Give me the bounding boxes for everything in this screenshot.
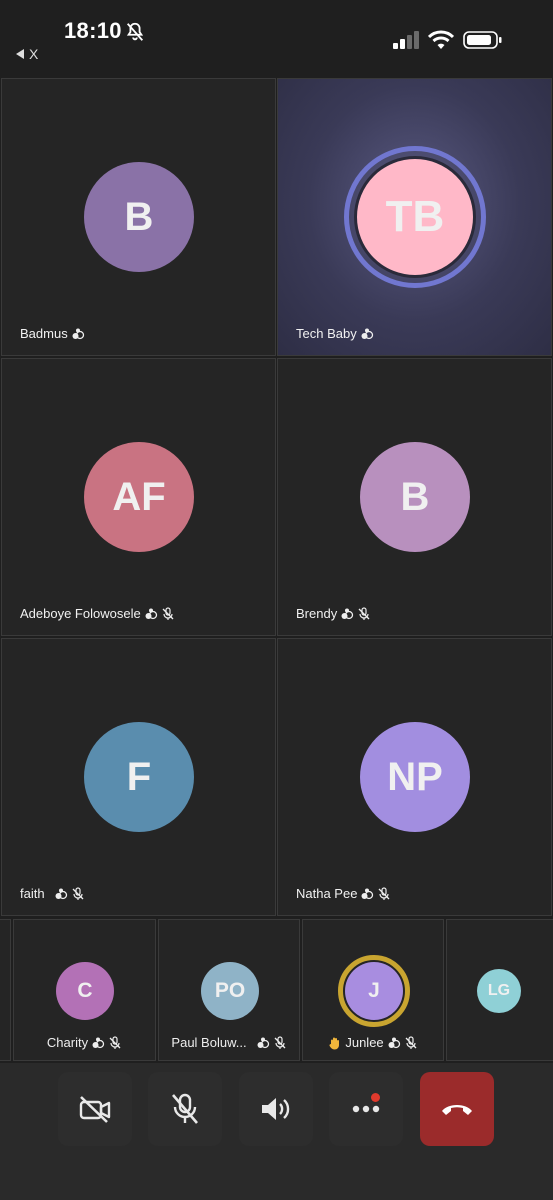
participant-name-row: Natha Pee (296, 886, 391, 901)
strip-participant-tile[interactable]: J Junlee (302, 919, 444, 1061)
strip-participant-tile[interactable]: PO Paul Boluw... (158, 919, 300, 1061)
guest-icon (55, 888, 67, 899)
guest-icon (361, 888, 374, 899)
participant-name-row: Paul Boluw... (159, 1035, 299, 1050)
guest-icon (341, 608, 354, 619)
camera-off-icon (79, 1096, 111, 1123)
avatar: B (84, 162, 194, 272)
status-bar: 18:10 X (0, 0, 553, 72)
participant-name-row: faith (20, 886, 85, 901)
avatar: AF (84, 442, 194, 552)
raised-hand-icon (329, 1037, 340, 1049)
avatar: NP (360, 722, 470, 832)
wifi-icon (428, 30, 454, 49)
participant-name-row: Charity (14, 1035, 155, 1050)
strip-participant-tile-partial[interactable]: LG (446, 919, 553, 1061)
avatar: TB (354, 156, 476, 278)
guest-icon (388, 1037, 400, 1048)
more-icon (352, 1105, 380, 1113)
avatar: J (345, 962, 403, 1020)
back-label: X (29, 46, 39, 62)
mic-muted-icon (274, 1035, 286, 1049)
mic-muted-icon (162, 606, 174, 620)
camera-toggle-button[interactable] (58, 1072, 132, 1146)
participant-name-row: Junlee (303, 1035, 443, 1050)
bell-muted-icon (126, 22, 144, 41)
participant-name: Badmus (20, 326, 68, 341)
participant-tile[interactable]: F faith (1, 638, 276, 916)
participant-name: Natha Pee (296, 886, 358, 901)
guest-icon (257, 1037, 269, 1048)
mic-muted-icon (109, 1035, 121, 1049)
back-arrow-icon (16, 49, 24, 59)
participant-tile[interactable]: B Badmus (1, 78, 276, 356)
more-options-button[interactable] (329, 1072, 403, 1146)
participant-tile[interactable]: AF Adeboye Folowosele (1, 358, 276, 636)
notification-dot (371, 1093, 380, 1102)
participant-tile[interactable]: B Brendy (277, 358, 552, 636)
speaker-icon (262, 1098, 290, 1120)
participant-name: Junlee (345, 1035, 384, 1050)
speaker-button[interactable] (239, 1072, 313, 1146)
mic-muted-icon (358, 606, 370, 620)
participant-name: Paul Boluw... (171, 1035, 247, 1050)
participant-name: Charity (46, 1035, 89, 1050)
participant-strip[interactable]: C Charity PO Paul Boluw... J Junlee LG (0, 919, 553, 1061)
avatar: F (84, 722, 194, 832)
end-call-button[interactable] (420, 1072, 494, 1146)
guest-icon (361, 328, 373, 339)
avatar: B (360, 442, 470, 552)
participant-name: Brendy (296, 606, 338, 621)
participant-name-row: Adeboye Folowosele (20, 606, 175, 621)
participant-name-row: Badmus (20, 326, 85, 341)
avatar: C (56, 962, 114, 1020)
back-to-app[interactable]: X (16, 46, 38, 62)
avatar: LG (477, 969, 521, 1013)
participant-tile-partial[interactable] (0, 919, 11, 1061)
participant-name-row: Tech Baby (296, 326, 374, 341)
mic-toggle-button[interactable] (148, 1072, 222, 1146)
call-controls (0, 1063, 553, 1200)
guest-icon (72, 328, 84, 339)
strip-participant-tile[interactable]: C Charity (13, 919, 156, 1061)
mic-muted-icon (405, 1035, 417, 1049)
guest-icon (145, 608, 157, 619)
participant-name-row: Brendy (296, 606, 371, 621)
mic-muted-icon (378, 886, 390, 900)
cellular-signal-icon (393, 31, 419, 49)
mic-muted-icon (72, 886, 84, 900)
participant-tile[interactable]: NP Natha Pee (277, 638, 552, 916)
participant-tile-active-speaker[interactable]: TB Tech Baby (277, 78, 552, 356)
mic-off-icon (172, 1093, 198, 1124)
guest-icon (92, 1037, 105, 1048)
clock: 18:10 (64, 18, 122, 43)
avatar: PO (201, 962, 259, 1020)
end-call-icon (442, 1105, 472, 1115)
participant-name: faith (20, 886, 45, 901)
battery-icon (463, 31, 502, 49)
participant-name: Tech Baby (296, 326, 357, 341)
participant-name: Adeboye Folowosele (20, 606, 141, 621)
